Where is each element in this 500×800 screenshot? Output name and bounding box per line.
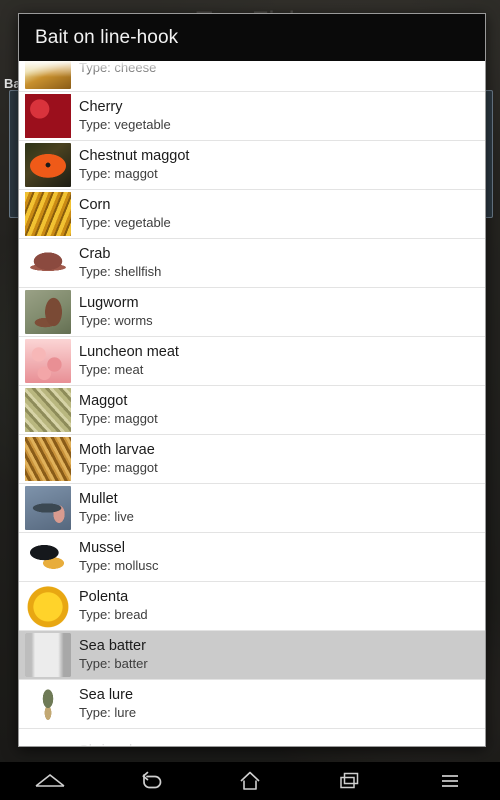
crab-thumbnail	[25, 241, 71, 285]
bait-list-scroll[interactable]: Type: cheese Cherry Type: vegetable Chestnu…	[19, 61, 485, 746]
bait-item-text: Sea lure Type: lure	[79, 687, 136, 722]
bait-item-name: Chestnut maggot	[79, 147, 190, 164]
bait-selection-dialog: Bait on line-hook Type: cheese Cherry Type…	[18, 13, 486, 747]
bait-item-name: Cherry	[79, 98, 123, 115]
bait-item-text: Moth larvae Type: maggot	[79, 442, 158, 477]
bait-item-type: Type: maggot	[79, 411, 158, 427]
bait-list-item[interactable]: Shrimp lure	[19, 729, 485, 746]
bait-item-text: Sea batter Type: batter	[79, 638, 148, 673]
bait-list-item[interactable]: Mussel Type: mollusc	[19, 533, 485, 582]
bait-item-text: Crab Type: shellfish	[79, 246, 161, 281]
dialog-header: Bait on line-hook	[19, 14, 485, 61]
bait-item-type: Type: bread	[79, 607, 148, 623]
bait-item-name: Lugworm	[79, 294, 139, 311]
nav-button-home[interactable]	[200, 762, 300, 800]
mullet-thumbnail	[25, 486, 71, 530]
lugworm-thumbnail	[25, 290, 71, 334]
bait-item-name: Moth larvae	[79, 441, 155, 458]
bait-item-type: Type: meat	[79, 362, 144, 378]
bait-list-item[interactable]: Cherry Type: vegetable	[19, 92, 485, 141]
bait-item-name: Shrimp lure	[79, 743, 153, 746]
bait-list-item[interactable]: Corn Type: vegetable	[19, 190, 485, 239]
nav-button-recents[interactable]	[300, 762, 400, 800]
bait-item-type: Type: cheese	[79, 61, 157, 76]
dialog-title: Bait on line-hook	[35, 26, 179, 48]
bait-item-type: Type: vegetable	[79, 215, 171, 231]
bait-list-item[interactable]: Moth larvae Type: maggot	[19, 435, 485, 484]
polenta-thumbnail	[25, 584, 71, 628]
bait-item-text: Mullet Type: live	[79, 491, 134, 526]
bait-item-text: Corn Type: vegetable	[79, 197, 171, 232]
bait-item-name: Sea lure	[79, 686, 134, 703]
bait-item-text: Shrimp lure	[79, 743, 153, 746]
nav-button-back[interactable]	[100, 762, 200, 800]
bait-list-item[interactable]: Chestnut maggot Type: maggot	[19, 141, 485, 190]
bait-list-item[interactable]: Sea batter Type: batter	[19, 631, 485, 680]
bait-item-name: Polenta	[79, 588, 129, 605]
back-arrow-icon	[137, 769, 163, 793]
home-icon	[237, 769, 263, 793]
bait-list-item[interactable]: Type: cheese	[19, 61, 485, 92]
nav-button-collapse[interactable]	[0, 762, 100, 800]
bait-item-text: Type: cheese	[79, 61, 156, 76]
bait-item-text: Maggot Type: maggot	[79, 393, 158, 428]
chestnut-maggot-thumbnail	[25, 143, 71, 187]
bait-list-item[interactable]: Lugworm Type: worms	[19, 288, 485, 337]
bait-item-text: Lugworm Type: worms	[79, 295, 153, 330]
bait-item-name: Crab	[79, 245, 111, 262]
bait-item-type: Type: maggot	[79, 166, 158, 182]
sea-lure-thumbnail	[25, 682, 71, 726]
bait-list-item[interactable]: Crab Type: shellfish	[19, 239, 485, 288]
bait-item-name: Mullet	[79, 490, 118, 507]
bait-item-type: Type: live	[79, 509, 134, 525]
corn-thumbnail	[25, 192, 71, 236]
bait-item-text: Polenta Type: bread	[79, 589, 148, 624]
bait-item-type: Type: lure	[79, 705, 137, 721]
bait-list-item[interactable]: Luncheon meat Type: meat	[19, 337, 485, 386]
bait-item-type: Type: batter	[79, 656, 148, 672]
sea-batter-thumbnail	[25, 633, 71, 677]
bait-item-type: Type: maggot	[79, 460, 158, 476]
nav-button-menu[interactable]	[400, 762, 500, 800]
cherry-thumbnail	[25, 94, 71, 138]
luncheon-meat-thumbnail	[25, 339, 71, 383]
collapse-chevron-up-icon	[33, 771, 67, 791]
recents-icon	[337, 769, 363, 793]
bait-list[interactable]: Type: cheese Cherry Type: vegetable Chestnu…	[19, 61, 485, 746]
bait-item-text: Cherry Type: vegetable	[79, 99, 171, 134]
bait-item-text: Luncheon meat Type: meat	[79, 344, 179, 379]
android-navigation-bar	[0, 762, 500, 800]
bait-list-item[interactable]: Sea lure Type: lure	[19, 680, 485, 729]
bait-item-name: Sea batter	[79, 637, 146, 654]
bait-item-type: Type: vegetable	[79, 117, 171, 133]
cheese-thumbnail	[25, 61, 71, 89]
moth-larvae-thumbnail	[25, 437, 71, 481]
bait-list-item[interactable]: Maggot Type: maggot	[19, 386, 485, 435]
menu-icon	[437, 770, 463, 792]
bait-item-name: Mussel	[79, 539, 125, 556]
bait-item-text: Mussel Type: mollusc	[79, 540, 158, 575]
bait-item-name: Corn	[79, 196, 111, 213]
bait-item-name: Luncheon meat	[79, 343, 179, 360]
bait-item-text: Chestnut maggot Type: maggot	[79, 148, 189, 183]
bait-list-item[interactable]: Mullet Type: live	[19, 484, 485, 533]
bait-item-name: Maggot	[79, 392, 128, 409]
bait-item-type: Type: mollusc	[79, 558, 159, 574]
mussel-thumbnail	[25, 535, 71, 579]
bait-list-item[interactable]: Polenta Type: bread	[19, 582, 485, 631]
bait-item-type: Type: worms	[79, 313, 153, 329]
maggot-thumbnail	[25, 388, 71, 432]
bait-item-type: Type: shellfish	[79, 264, 162, 280]
shrimp-lure-thumbnail	[25, 731, 71, 746]
